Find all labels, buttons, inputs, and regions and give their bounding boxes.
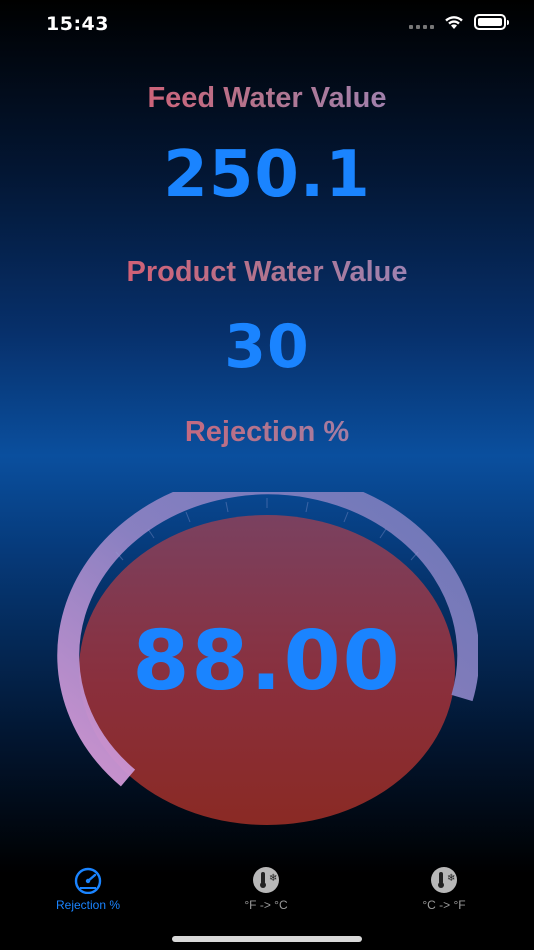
rejection-label: Rejection %: [0, 416, 534, 449]
thermometer-snowflake-icon: ❄: [253, 867, 279, 893]
svg-text:❄: ❄: [447, 873, 455, 884]
tab-celsius-to-fahrenheit[interactable]: ❄ °C -> °F: [384, 858, 504, 912]
tab-rejection[interactable]: Rejection %: [28, 858, 148, 912]
tab-fahrenheit-to-celsius[interactable]: ❄ °F -> °C: [206, 858, 326, 912]
status-bar: 15:43: [0, 0, 534, 48]
home-indicator[interactable]: [172, 936, 362, 942]
speedometer-icon: [74, 867, 102, 894]
rejection-gauge: 88.00: [56, 492, 478, 832]
rejection-value: 88.00: [132, 614, 402, 709]
battery-icon: [474, 14, 509, 30]
tab-fahrenheit-to-celsius-label: °F -> °C: [244, 898, 288, 912]
status-icons: [409, 14, 509, 30]
tab-bar: Rejection % ❄ °F -> °C ❄ °C -> °F: [0, 858, 534, 928]
thermometer-snowflake-icon: ❄: [431, 867, 457, 893]
product-water-value: 30: [224, 312, 310, 382]
status-time: 15:43: [46, 13, 109, 35]
feed-water-label: Feed Water Value: [0, 82, 534, 115]
feed-water-value: 250.1: [163, 138, 371, 212]
tab-celsius-to-fahrenheit-label: °C -> °F: [422, 898, 466, 912]
tab-rejection-label: Rejection %: [55, 898, 121, 912]
wifi-icon: [445, 16, 463, 29]
product-water-label: Product Water Value: [0, 256, 534, 289]
svg-text:❄: ❄: [269, 873, 277, 884]
cellular-signal-icon: [409, 15, 434, 29]
